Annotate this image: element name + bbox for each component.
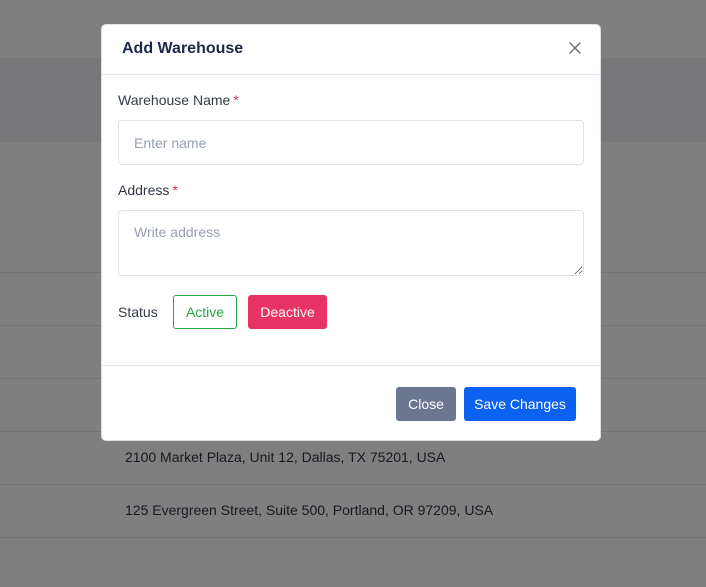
required-mark: * <box>172 182 178 198</box>
address-textarea[interactable] <box>118 210 584 276</box>
add-warehouse-modal: Add Warehouse Warehouse Name* Address* S… <box>101 24 601 441</box>
deactive-status-button[interactable]: Deactive <box>248 295 327 329</box>
required-mark: * <box>233 92 239 108</box>
modal-title: Add Warehouse <box>122 40 244 57</box>
close-icon[interactable] <box>568 41 582 55</box>
save-changes-button[interactable]: Save Changes <box>464 387 576 421</box>
address-label: Address * <box>118 182 178 198</box>
warehouse-name-label: Warehouse Name * <box>118 92 239 108</box>
page: 2100 Market Plaza, Unit 12, Dallas, TX 7… <box>0 0 706 587</box>
warehouse-name-label-text: Warehouse Name <box>118 92 231 108</box>
status-label: Status <box>118 304 158 320</box>
modal-header: Add Warehouse <box>102 25 600 75</box>
close-button[interactable]: Close <box>396 387 456 421</box>
address-label-text: Address <box>118 182 170 198</box>
warehouse-name-input[interactable] <box>118 120 584 165</box>
active-status-button[interactable]: Active <box>173 295 237 329</box>
modal-footer: Close Save Changes <box>102 365 600 441</box>
